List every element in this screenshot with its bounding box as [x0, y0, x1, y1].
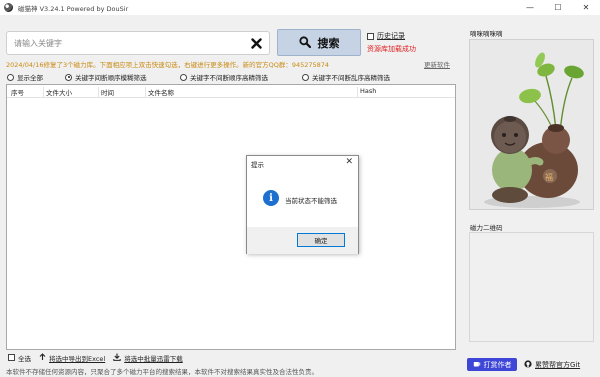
reward-author-button[interactable]: 打赏作者: [467, 358, 517, 371]
radio-button[interactable]: [302, 73, 309, 81]
dialog-title: 提示: [251, 161, 264, 169]
alert-dialog: 提示 ✕ i 当前状态不能筛选 确定: [246, 155, 359, 254]
mascot-image: 福: [469, 39, 594, 210]
dialog-footer: 确定: [247, 227, 358, 254]
github-icon: [524, 360, 532, 370]
history-toggle[interactable]: 历史记录: [367, 31, 405, 41]
table-header: 序号 文件大小 时间 文件名称 Hash: [7, 85, 455, 98]
search-button-label: 搜索: [317, 36, 340, 50]
download-icon: [113, 353, 121, 363]
batch-download-label: 将选中批量迅雷下载: [124, 354, 183, 363]
column-header-index[interactable]: 序号: [9, 87, 24, 97]
app-logo-icon: [4, 3, 13, 12]
bottom-actions: 全选 将选中导出到Excel 将选中批量迅雷下载: [8, 352, 183, 363]
export-excel-label: 将选中导出到Excel: [49, 354, 106, 363]
filter-show-all[interactable]: 显示全部: [7, 72, 65, 82]
select-all-toggle[interactable]: 全选: [8, 353, 31, 363]
filter-options: 显示全部 关键字间断顺序模糊筛选 关键字不间断顺序高精筛选 关键字不间断乱序高精…: [7, 72, 390, 82]
select-all-checkbox[interactable]: [8, 354, 15, 361]
disclaimer-text: 本软件不存储任何资源内容，只聚合了多个磁力平台的搜索结果，本软件不对搜索结果真实…: [6, 368, 318, 376]
filter-fuzzy-ordered[interactable]: 关键字间断顺序模糊筛选: [65, 72, 180, 82]
filter-label: 关键字不间断顺序高精筛选: [190, 74, 268, 82]
reward-author-label: 打赏作者: [483, 360, 512, 369]
filter-label: 显示全部: [17, 74, 43, 82]
search-box: [6, 31, 270, 55]
window-title: 磁猫神 V3.24.1 Powered by DouSir: [18, 4, 129, 13]
official-git-label: 累赞帮官方Git: [535, 361, 581, 369]
minimize-button[interactable]: —: [516, 0, 544, 15]
close-window-button[interactable]: ✕: [572, 0, 600, 15]
search-input[interactable]: [7, 32, 247, 54]
coffee-cup-icon: [473, 360, 481, 370]
search-button[interactable]: 搜索: [277, 29, 361, 56]
svg-text:福: 福: [545, 173, 553, 182]
filter-label: 关键字不间断乱序高精筛选: [312, 74, 390, 82]
batch-download-link[interactable]: 将选中批量迅雷下载: [113, 353, 183, 363]
filter-exact-ordered[interactable]: 关键字不间断顺序高精筛选: [180, 72, 302, 82]
update-software-link[interactable]: 更新软件: [424, 59, 450, 69]
column-header-time[interactable]: 时间: [98, 87, 114, 97]
column-header-size[interactable]: 文件大小: [43, 87, 72, 97]
filter-exact-unordered[interactable]: 关键字不间断乱序高精筛选: [302, 72, 390, 82]
radio-button[interactable]: [7, 73, 14, 81]
column-header-hash[interactable]: Hash: [357, 87, 376, 97]
select-all-label: 全选: [18, 354, 31, 363]
ad-panel-title: 嘀咪嘀咪嘀: [470, 30, 503, 38]
results-table[interactable]: 序号 文件大小 时间 文件名称 Hash: [6, 84, 456, 350]
history-label[interactable]: 历史记录: [377, 31, 405, 41]
qr-code-area: [469, 232, 594, 342]
magnifier-icon: [298, 35, 311, 50]
window-controls: — ☐ ✕: [516, 0, 600, 15]
load-status-text: 资源库加载成功: [367, 45, 416, 53]
info-icon: i: [263, 190, 279, 206]
title-bar: 磁猫神 V3.24.1 Powered by DouSir — ☐ ✕: [0, 0, 600, 15]
radio-button[interactable]: [180, 73, 187, 81]
clear-search-icon[interactable]: [249, 36, 263, 50]
filter-label: 关键字间断顺序模糊筛选: [75, 74, 147, 82]
export-icon: [39, 352, 46, 363]
export-excel-link[interactable]: 将选中导出到Excel: [39, 352, 106, 363]
qr-panel-title: 磁力二维码: [470, 224, 503, 232]
dialog-close-button[interactable]: ✕: [345, 157, 353, 167]
official-git-link[interactable]: 累赞帮官方Git: [524, 360, 580, 370]
radio-button-selected[interactable]: [65, 73, 72, 81]
maximize-button[interactable]: ☐: [544, 0, 572, 15]
column-header-filename[interactable]: 文件名称: [145, 87, 174, 97]
notice-text: 2024/04/16修复了3个磁力库。下面相应项上双击快速勾选，右键进行更多操作…: [6, 61, 330, 69]
dialog-body: i 当前状态不能筛选: [247, 170, 358, 227]
history-checkbox[interactable]: [367, 32, 374, 40]
dialog-ok-button[interactable]: 确定: [297, 233, 345, 247]
dialog-message: 当前状态不能筛选: [285, 197, 337, 205]
